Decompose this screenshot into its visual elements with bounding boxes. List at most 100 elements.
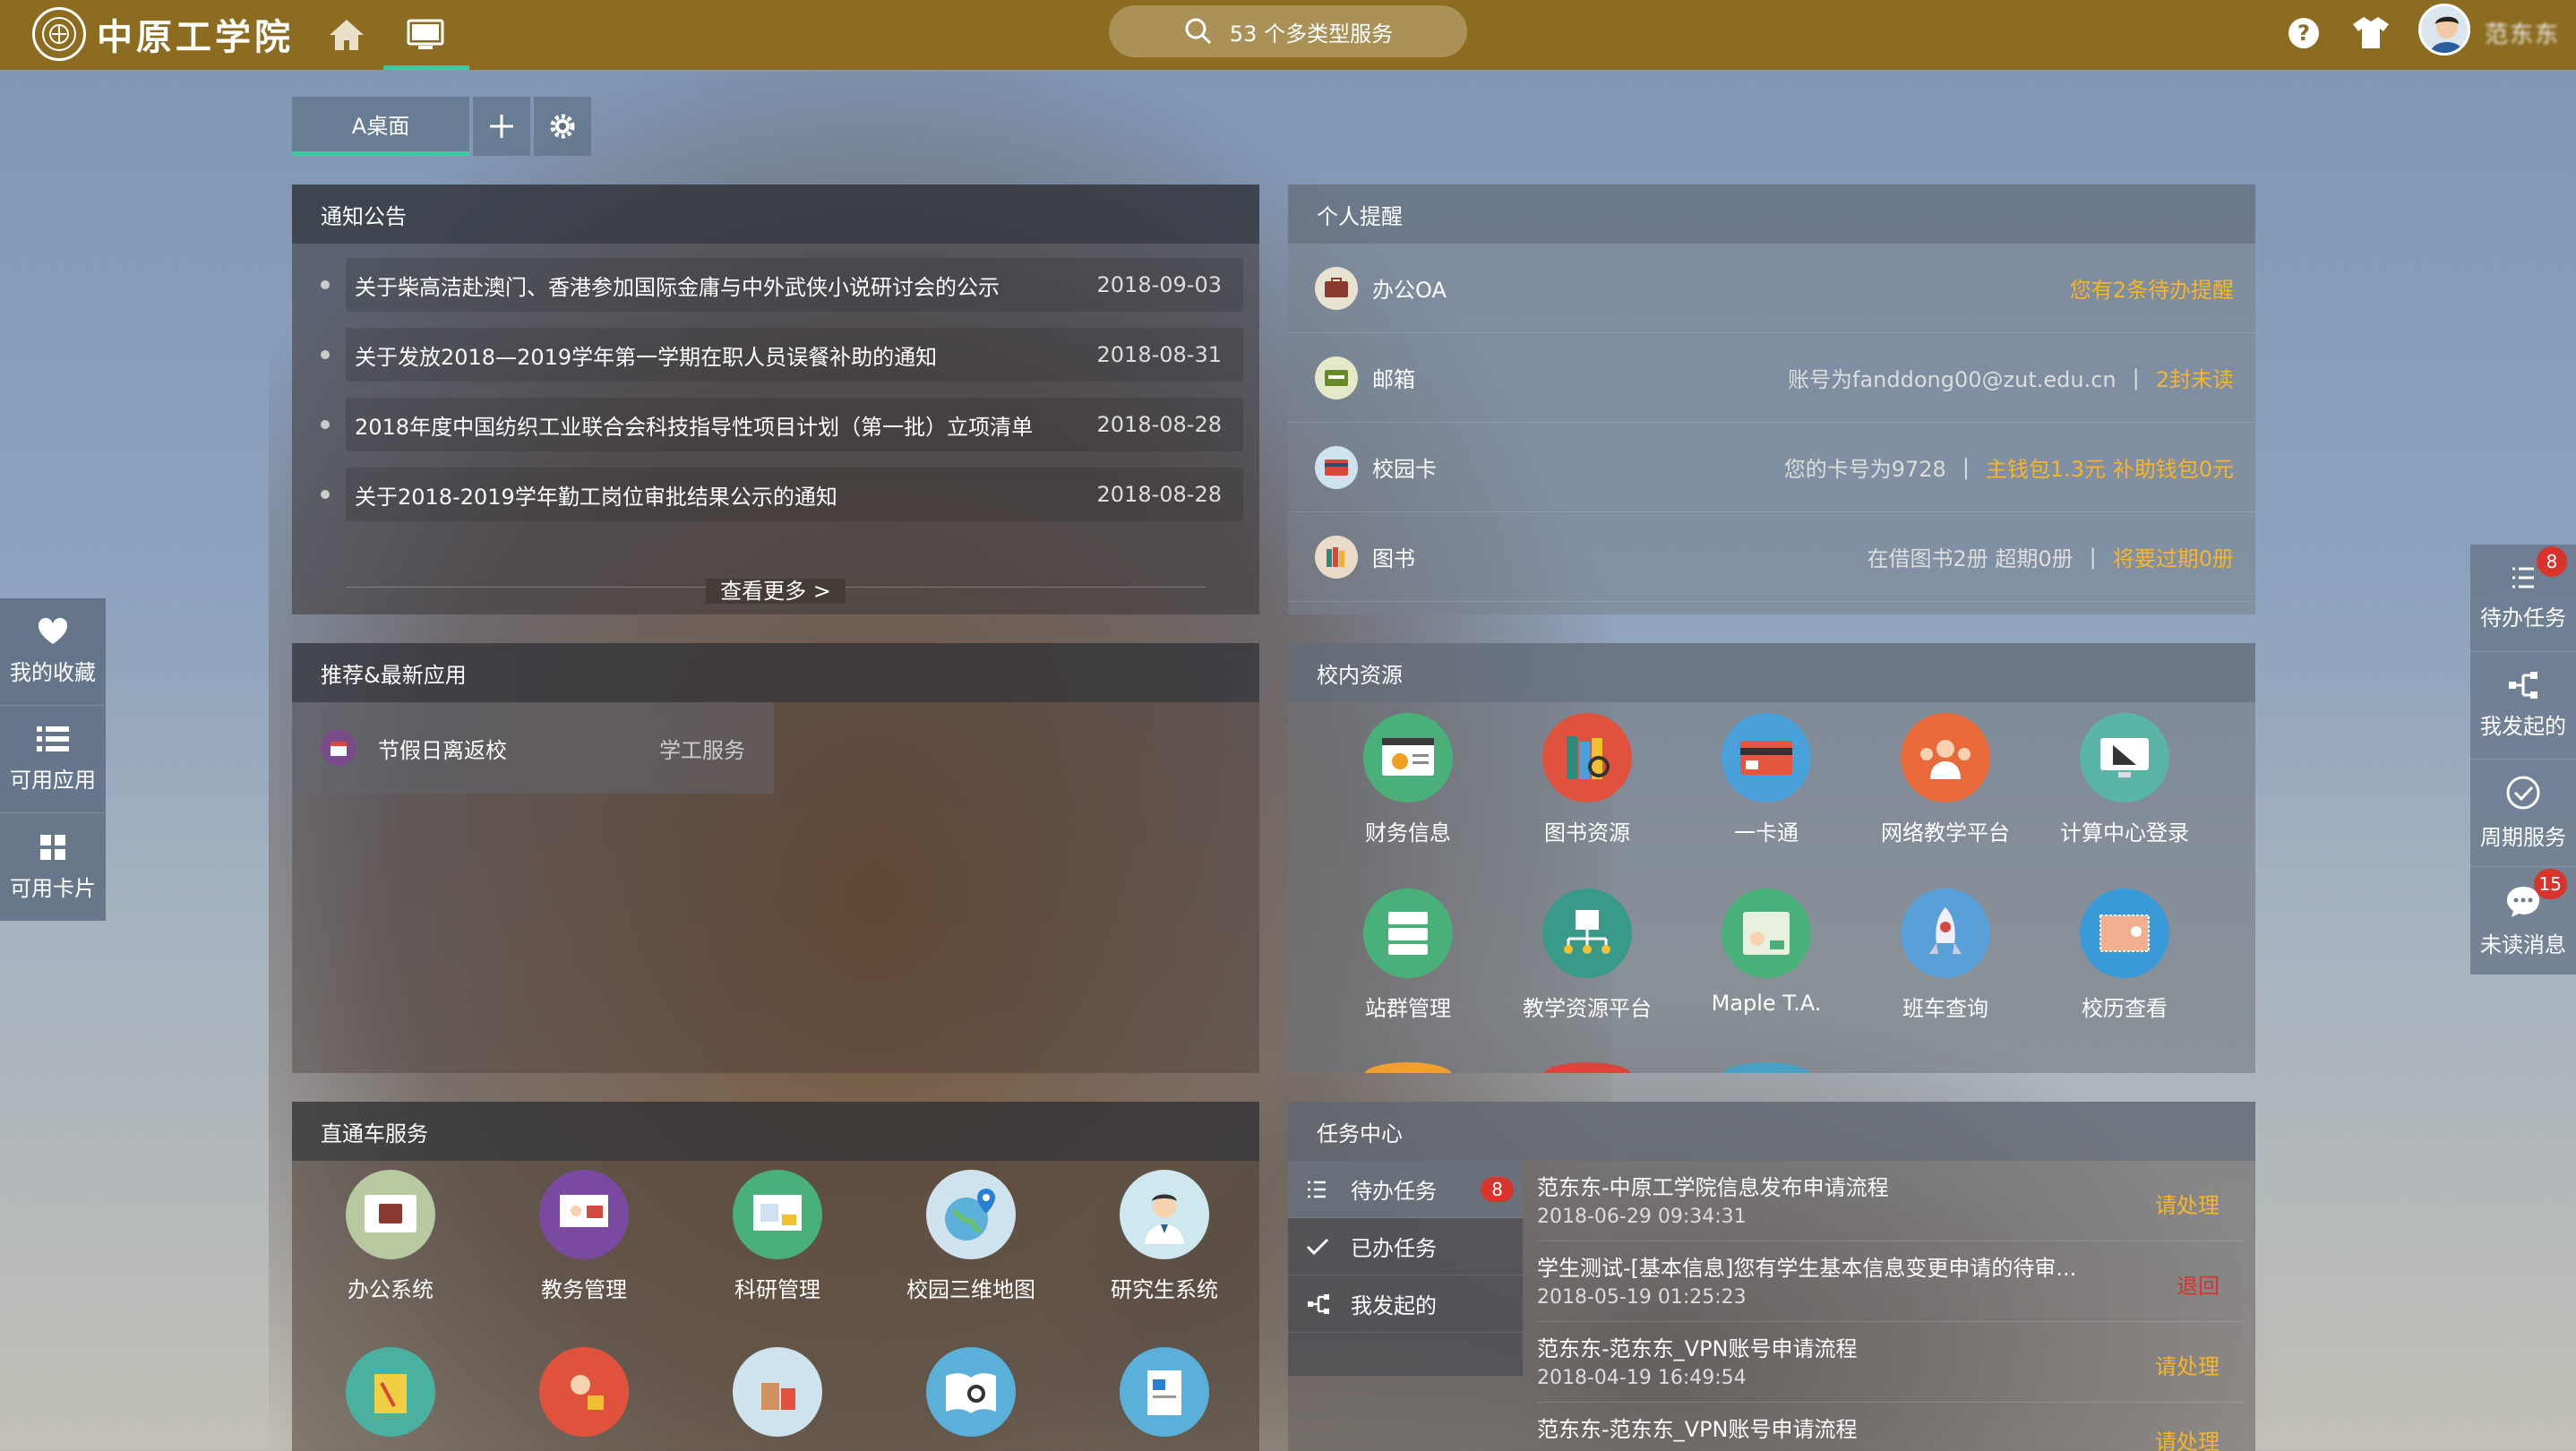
bullet-dot xyxy=(321,490,330,499)
view-more-link[interactable]: 查看更多 > xyxy=(346,573,1206,605)
sidebar-label: 我的收藏 xyxy=(10,660,96,685)
add-desktop-button[interactable] xyxy=(473,97,530,156)
resource-site-group[interactable]: 站群管理 xyxy=(1318,889,1498,1022)
teacher-icon[interactable] xyxy=(539,1347,629,1437)
reminder-oa[interactable]: 办公OA 您有2条待办提醒 xyxy=(1288,244,2255,333)
rsb-initiated[interactable]: 我发起的 xyxy=(2470,652,2576,760)
rsb-pending-tasks[interactable]: 8 待办任务 xyxy=(2470,545,2576,652)
task-status[interactable]: 请处理 xyxy=(2155,1349,2220,1380)
resource-label: 班车查询 xyxy=(1902,996,1988,1021)
notice-item[interactable]: 关于柴高洁赴澳门、香港参加国际金庸与中外武侠小说研讨会的公示 2018-09-03 xyxy=(321,258,1243,312)
school-logo[interactable]: 中原工学院 xyxy=(32,7,294,61)
task-title[interactable]: 学生测试-[基本信息]您有学生基本信息变更申请的待审... xyxy=(1537,1250,2076,1282)
reminder-card[interactable]: 校园卡 您的卡号为9728 | 主钱包1.3元 补助钱包0元 xyxy=(1288,423,2255,512)
app-name: 节假日离返校 xyxy=(378,737,507,763)
sidebar-available-cards[interactable]: 可用卡片 xyxy=(0,813,106,921)
resource-library[interactable]: 图书资源 xyxy=(1498,713,1677,846)
gear-icon xyxy=(550,114,575,139)
oa-alert[interactable]: 您有2条待办提醒 xyxy=(2070,272,2234,304)
express-label: 教务管理 xyxy=(541,1277,627,1302)
task-menu-done[interactable]: 已办任务 xyxy=(1288,1218,1523,1275)
notice-title[interactable]: 关于发放2018—2019学年第一学期在职人员误餐补助的通知 xyxy=(355,339,937,371)
notice-title[interactable]: 关于柴高洁赴澳门、香港参加国际金庸与中外武侠小说研讨会的公示 xyxy=(355,270,1000,301)
notice-item[interactable]: 关于2018-2019学年勤工岗位审批结果公示的通知 2018-08-28 xyxy=(321,468,1243,521)
resource-maple-ta[interactable]: Maple T.A. xyxy=(1677,889,1856,1016)
user-avatar[interactable] xyxy=(2418,4,2470,56)
card-balance[interactable]: 主钱包1.3元 补助钱包0元 xyxy=(1986,451,2234,483)
resource-onecard[interactable]: 一卡通 xyxy=(1677,713,1856,846)
view-more-label[interactable]: 查看更多 > xyxy=(706,579,846,604)
resource-label: 一卡通 xyxy=(1734,820,1799,846)
notes-icon[interactable] xyxy=(346,1347,435,1437)
task-title[interactable]: 范东东-中原工学院信息发布申请流程 xyxy=(1537,1170,1889,1201)
express-label: 校园三维地图 xyxy=(906,1277,1035,1302)
reminder-books[interactable]: 图书 在借图书2册 超期0册 | 将要过期0册 xyxy=(1288,512,2255,602)
express-3d-map[interactable]: 校园三维地图 xyxy=(881,1170,1060,1303)
task-row[interactable]: 范东东-范东东_VPN账号申请流程 2018-04-19 16:49:54 请处… xyxy=(1537,1322,2245,1403)
book-icon xyxy=(1315,535,1358,579)
resource-teaching-platform[interactable]: 网络教学平台 xyxy=(1856,713,2035,846)
reminder-panel: 个人提醒 办公OA 您有2条待办提醒 邮箱 账号为fanddong00@zut.… xyxy=(1288,185,2255,614)
skin-shirt-icon[interactable] xyxy=(2350,14,2391,50)
notice-item[interactable]: 2018年度中国纺织工业联合会科技指导性项目计划（第一批）立项清单 2018-08… xyxy=(321,398,1243,451)
sidebar-available-apps[interactable]: 可用应用 xyxy=(0,706,106,813)
resource-finance[interactable]: 财务信息 xyxy=(1318,713,1498,846)
resource-teaching-resources[interactable]: 教学资源平台 xyxy=(1498,889,1677,1022)
library-icon xyxy=(1542,713,1632,803)
username[interactable]: 范东东 xyxy=(2485,16,2560,49)
task-menu: 待办任务 8 已办任务 我发起的 xyxy=(1288,1161,1523,1376)
notice-title[interactable]: 2018年度中国纺织工业联合会科技指导性项目计划（第一批）立项清单 xyxy=(355,409,1033,441)
left-sidebar: 我的收藏 可用应用 可用卡片 xyxy=(0,598,106,921)
desktop-settings-button[interactable] xyxy=(534,97,591,156)
task-menu-initiated[interactable]: 我发起的 xyxy=(1288,1275,1523,1333)
more-resource-icon xyxy=(1542,1062,1632,1073)
task-row[interactable]: 范东东-中原工学院信息发布申请流程 2018-06-29 09:34:31 请处… xyxy=(1537,1161,2245,1241)
home-icon[interactable] xyxy=(324,13,369,57)
reminder-mail[interactable]: 邮箱 账号为fanddong00@zut.edu.cn | 2封未读 xyxy=(1288,333,2255,423)
service-search[interactable]: 53 个多类型服务 xyxy=(1109,5,1467,57)
task-status[interactable]: 退回 xyxy=(2177,1268,2220,1300)
notice-item[interactable]: 关于发放2018—2019学年第一学期在职人员误餐补助的通知 2018-08-31 xyxy=(321,328,1243,382)
notice-date: 2018-08-28 xyxy=(1096,482,1222,507)
campus-resources-panel: 校内资源 财务信息 图书资源 一卡通 网络教学平台 计算中心登录 站群管理 教学… xyxy=(1288,643,2255,1073)
task-status[interactable]: 请处理 xyxy=(2155,1424,2220,1451)
mail-alert[interactable]: 2封未读 xyxy=(2156,362,2234,393)
resource-label: 计算中心登录 xyxy=(2060,820,2189,846)
resource-computing-center[interactable]: 计算中心登录 xyxy=(2035,713,2214,846)
resource-calendar[interactable]: 校历查看 xyxy=(2035,889,2214,1022)
task-row[interactable]: 范东东-范东东_VPN账号申请流程 请处理 xyxy=(1537,1403,2245,1451)
resource-label: 校历查看 xyxy=(2082,996,2168,1021)
books-expiring[interactable]: 将要过期0册 xyxy=(2113,541,2234,572)
reminder-label: 办公OA xyxy=(1372,278,1447,303)
oa-icon xyxy=(1315,266,1358,310)
book-search-icon[interactable] xyxy=(926,1347,1016,1437)
rsb-unread-messages[interactable]: 15 未读消息 xyxy=(2470,867,2576,974)
rsb-label: 周期服务 xyxy=(2480,825,2566,850)
tab-desktop-a[interactable]: A桌面 xyxy=(292,97,469,156)
lab-icon[interactable] xyxy=(733,1347,822,1437)
desktop-icon[interactable] xyxy=(403,13,448,57)
reminder-label: 邮箱 xyxy=(1372,367,1415,392)
help-icon[interactable]: ? xyxy=(2286,15,2322,51)
sidebar-favorites[interactable]: 我的收藏 xyxy=(0,598,106,706)
active-nav-indicator xyxy=(383,65,469,70)
resource-label: 财务信息 xyxy=(1365,820,1451,846)
check-icon xyxy=(1306,1238,1329,1255)
task-title[interactable]: 范东东-范东东_VPN账号申请流程 xyxy=(1537,1412,1858,1443)
notice-title[interactable]: 关于2018-2019学年勤工岗位审批结果公示的通知 xyxy=(355,479,837,511)
express-research[interactable]: 科研管理 xyxy=(688,1170,867,1303)
express-graduate[interactable]: 研究生系统 xyxy=(1075,1170,1254,1303)
document-icon[interactable] xyxy=(1120,1347,1209,1437)
academic-icon xyxy=(539,1170,629,1259)
resource-shuttle-bus[interactable]: 班车查询 xyxy=(1856,889,2035,1022)
people-icon xyxy=(1901,713,1990,803)
express-academic[interactable]: 教务管理 xyxy=(494,1170,674,1303)
task-status[interactable]: 请处理 xyxy=(2155,1188,2220,1219)
task-title[interactable]: 范东东-范东东_VPN账号申请流程 xyxy=(1537,1331,1858,1362)
task-row[interactable]: 学生测试-[基本信息]您有学生基本信息变更申请的待审... 2018-05-19… xyxy=(1537,1241,2245,1322)
task-menu-pending[interactable]: 待办任务 8 xyxy=(1288,1161,1523,1218)
top-bar: 中原工学院 53 个多类型服务 ? 范东东 xyxy=(0,0,2576,70)
express-office-system[interactable]: 办公系统 xyxy=(301,1170,480,1303)
recommended-app[interactable]: 节假日离返校 学工服务 xyxy=(292,702,774,794)
rsb-periodic-service[interactable]: 周期服务 xyxy=(2470,760,2576,867)
